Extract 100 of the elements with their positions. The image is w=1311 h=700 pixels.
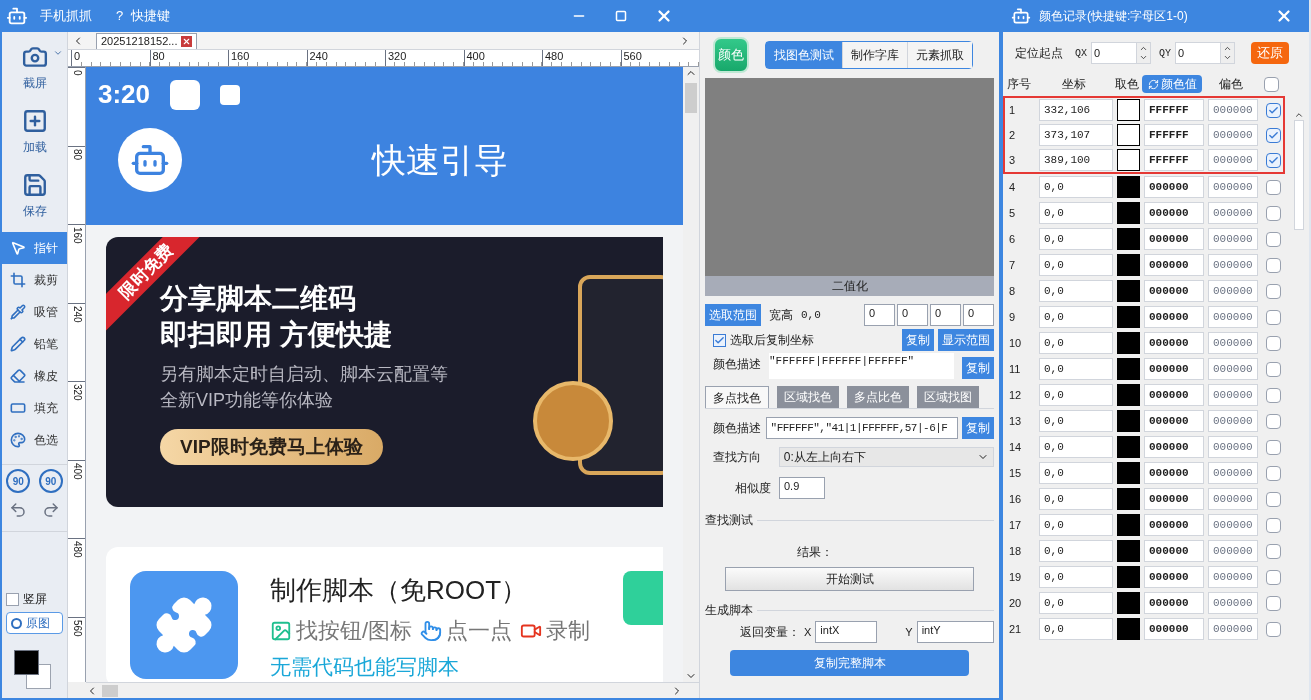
coordinate-cell[interactable]: 0,0 bbox=[1039, 540, 1113, 562]
binarize-button[interactable]: 二值化 bbox=[705, 276, 994, 296]
color-value-cell[interactable]: 000000 bbox=[1144, 176, 1204, 198]
row-checkbox[interactable] bbox=[1266, 387, 1281, 403]
coordinate-cell[interactable]: 0,0 bbox=[1039, 280, 1113, 302]
copy-multi-desc-button[interactable]: 复制 bbox=[962, 417, 994, 439]
offset-cell[interactable]: 000000 bbox=[1208, 202, 1258, 224]
offset-cell[interactable]: 000000 bbox=[1208, 99, 1258, 121]
offset-cell[interactable]: 000000 bbox=[1208, 618, 1258, 640]
start-test-button[interactable]: 开始测试 bbox=[725, 567, 974, 591]
color-swatch[interactable] bbox=[1117, 176, 1140, 198]
row-checkbox[interactable] bbox=[1266, 205, 1281, 221]
row-checkbox[interactable] bbox=[1266, 335, 1281, 351]
color-swatch[interactable] bbox=[1117, 488, 1140, 510]
copy-after-select-checkbox[interactable] bbox=[713, 333, 726, 347]
color-swatch[interactable] bbox=[1117, 514, 1140, 536]
select-range-button[interactable]: 选取范围 bbox=[705, 304, 761, 326]
color-swatch[interactable] bbox=[1117, 202, 1140, 224]
copy-desc-button[interactable]: 复制 bbox=[962, 357, 994, 379]
shortcut-menu[interactable]: ? 快捷键 bbox=[116, 6, 171, 26]
color-swatch[interactable] bbox=[1117, 280, 1140, 302]
color-value-cell[interactable]: 000000 bbox=[1144, 332, 1204, 354]
coordinate-cell[interactable]: 332,106 bbox=[1039, 99, 1113, 121]
scrollbar-thumb[interactable] bbox=[102, 684, 118, 697]
color-swatch[interactable] bbox=[1117, 462, 1140, 484]
row-checkbox[interactable] bbox=[1266, 543, 1281, 559]
offset-cell[interactable]: 000000 bbox=[1208, 540, 1258, 562]
color-swatch[interactable] bbox=[1117, 384, 1140, 406]
offset-cell[interactable]: 000000 bbox=[1208, 332, 1258, 354]
color-value-cell[interactable]: FFFFFF bbox=[1144, 149, 1204, 171]
row-checkbox[interactable] bbox=[1266, 465, 1281, 481]
color-value-cell[interactable]: 000000 bbox=[1144, 280, 1204, 302]
row-checkbox[interactable] bbox=[1266, 439, 1281, 455]
row-checkbox[interactable] bbox=[1266, 517, 1281, 533]
row-checkbox[interactable] bbox=[1266, 309, 1281, 325]
offset-cell[interactable]: 000000 bbox=[1208, 228, 1258, 250]
color-value-cell[interactable]: FFFFFF bbox=[1144, 124, 1204, 146]
color-value-cell[interactable]: 000000 bbox=[1144, 436, 1204, 458]
color-swatch[interactable] bbox=[1117, 358, 1140, 380]
row-checkbox[interactable] bbox=[1266, 152, 1281, 168]
show-range-button[interactable]: 显示范围 bbox=[938, 329, 994, 351]
tool-button[interactable]: 吸管 bbox=[2, 296, 67, 328]
copy-button[interactable]: 复制 bbox=[902, 329, 934, 351]
scrollbar-thumb[interactable] bbox=[1294, 120, 1304, 230]
color-swatch[interactable] bbox=[1117, 436, 1140, 458]
coordinate-cell[interactable]: 0,0 bbox=[1039, 410, 1113, 432]
row-checkbox[interactable] bbox=[1266, 283, 1281, 299]
portrait-checkbox[interactable] bbox=[6, 592, 19, 606]
spin-down-icon[interactable] bbox=[1139, 53, 1148, 62]
coordinate-cell[interactable]: 0,0 bbox=[1039, 254, 1113, 276]
similarity-input[interactable]: 0.9 bbox=[779, 477, 825, 499]
coordinate-cell[interactable]: 0,0 bbox=[1039, 358, 1113, 380]
color-swatch[interactable] bbox=[1117, 228, 1140, 250]
x-var-input[interactable]: intX bbox=[815, 621, 878, 643]
offset-cell[interactable]: 000000 bbox=[1208, 410, 1258, 432]
color-value-cell[interactable]: 000000 bbox=[1144, 566, 1204, 588]
row-checkbox[interactable] bbox=[1266, 179, 1281, 195]
coordinate-cell[interactable]: 0,0 bbox=[1039, 592, 1113, 614]
color-value-cell[interactable]: 000000 bbox=[1144, 540, 1204, 562]
coordinate-cell[interactable]: 389,100 bbox=[1039, 149, 1113, 171]
offset-cell[interactable]: 000000 bbox=[1208, 124, 1258, 146]
sub-tab[interactable]: 多点找色 bbox=[705, 386, 769, 408]
tool-button[interactable]: 截屏 bbox=[2, 36, 67, 100]
offset-cell[interactable]: 000000 bbox=[1208, 436, 1258, 458]
coordinate-cell[interactable]: 0,0 bbox=[1039, 436, 1113, 458]
spin-up-icon[interactable] bbox=[1139, 44, 1148, 53]
tool-button[interactable]: 指针 bbox=[2, 232, 67, 264]
coordinate-cell[interactable]: 0,0 bbox=[1039, 202, 1113, 224]
redo-icon[interactable] bbox=[41, 501, 60, 519]
color-swatch[interactable] bbox=[1117, 332, 1140, 354]
row-checkbox[interactable] bbox=[1266, 257, 1281, 273]
color-value-cell[interactable]: 000000 bbox=[1144, 410, 1204, 432]
row-checkbox[interactable] bbox=[1266, 231, 1281, 247]
y-var-input[interactable]: intY bbox=[916, 621, 994, 643]
spin-up-icon[interactable] bbox=[1223, 44, 1233, 53]
color-value-cell[interactable]: 000000 bbox=[1144, 254, 1204, 276]
row-checkbox[interactable] bbox=[1266, 621, 1281, 637]
tool-button[interactable]: 裁剪 bbox=[2, 264, 67, 296]
close-tab-icon[interactable] bbox=[181, 36, 193, 47]
maximize-icon[interactable] bbox=[615, 10, 627, 22]
tool-button[interactable]: 加载 bbox=[2, 100, 67, 164]
row-checkbox[interactable] bbox=[1266, 491, 1281, 507]
color-value-cell[interactable]: 000000 bbox=[1144, 358, 1204, 380]
row-checkbox[interactable] bbox=[1266, 595, 1281, 611]
offset-cell[interactable]: 000000 bbox=[1208, 514, 1258, 536]
color-desc-field[interactable]: "FFFFFF|FFFFFF|FFFFFF" bbox=[769, 353, 954, 379]
color-swatches-drawing[interactable] bbox=[14, 650, 52, 690]
range-input[interactable]: 0 bbox=[897, 304, 928, 326]
tool-button[interactable]: 色选 bbox=[2, 424, 67, 456]
row-checkbox[interactable] bbox=[1266, 569, 1281, 585]
copy-script-button[interactable]: 复制完整脚本 bbox=[730, 650, 969, 676]
offset-cell[interactable]: 000000 bbox=[1208, 592, 1258, 614]
rotate-left-button[interactable]: 90 bbox=[6, 469, 31, 493]
color-swatch[interactable] bbox=[1117, 540, 1140, 562]
spin-down-icon[interactable] bbox=[1223, 53, 1233, 62]
scrollbar-thumb[interactable] bbox=[685, 83, 697, 113]
tool-button[interactable]: 填充 bbox=[2, 392, 67, 424]
offset-cell[interactable]: 000000 bbox=[1208, 358, 1258, 380]
range-input[interactable]: 0 bbox=[864, 304, 895, 326]
color-swatch[interactable] bbox=[1117, 149, 1140, 171]
